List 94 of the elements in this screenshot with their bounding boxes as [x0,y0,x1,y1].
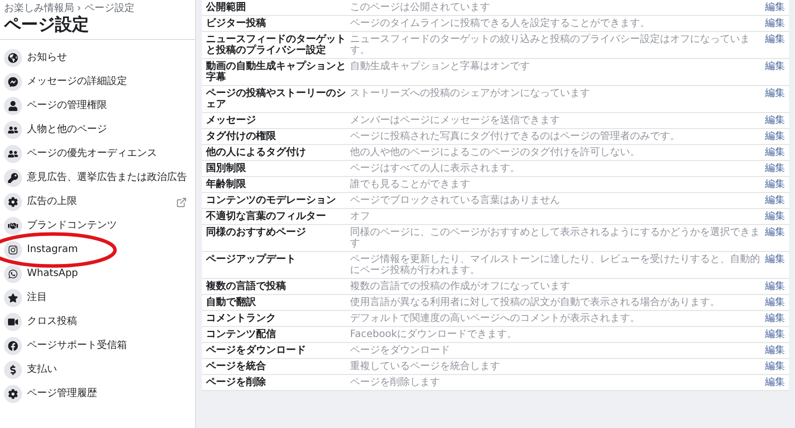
people-icon [4,145,22,163]
edit-link[interactable]: 編集 [765,313,785,324]
setting-value: 使用言語が異なる利用者に対して投稿の訳文が自動で表示される場合があります。 [350,297,721,308]
person-icon [4,97,22,115]
setting-value: ページに投稿された写真にタグ付けできるのはページの管理者のみです。 [350,131,681,142]
setting-value: 同様のページに、このページがおすすめとして表示されるようにするかどうかを選択できます [350,227,761,249]
setting-name: 自動で翻訳 [206,297,257,308]
page-title: ページ設定 [4,15,90,35]
edit-link[interactable]: 編集 [765,211,785,222]
sidebar-item[interactable]: Instagram [27,244,78,256]
sidebar-item[interactable]: クロス投稿 [27,316,77,328]
setting-name: コンテンツ配信 [206,329,277,340]
sidebar-item[interactable]: WhatsApp [27,268,78,280]
setting-value: ページはすべての人に表示されます。 [350,163,521,174]
breadcrumb: お楽しみ情報局 › ページ設定 [4,3,136,15]
setting-name: コメントランク [206,313,277,324]
setting-value: 自動生成キャプションと字幕はオンです [350,61,531,72]
setting-name: コンテンツのモデレーション [206,195,337,206]
setting-name: タグ付けの権限 [206,131,277,142]
key-icon [4,169,22,187]
edit-link[interactable]: 編集 [765,18,785,29]
setting-value: ストーリーズへの投稿のシェアがオンになっています [350,88,591,99]
setting-name: 他の人によるタグ付け [206,147,307,158]
setting-name: ページを統合 [206,361,267,372]
edit-link[interactable]: 編集 [765,361,785,372]
sidebar-item[interactable]: 注目 [27,292,47,304]
setting-value: ページをダウンロード [350,345,451,356]
setting-value: 複数の言語での投稿の作成がオフになっています [350,281,571,292]
sidebar-item[interactable]: ページサポート受信箱 [27,340,127,352]
dollar-icon [4,361,22,379]
messenger-icon [4,73,22,91]
edit-link[interactable]: 編集 [765,88,785,99]
sidebar-item[interactable]: 人物と他のページ [27,124,107,136]
setting-name: ページの投稿やストーリーのシェア [206,88,346,110]
setting-value: Facebookにダウンロードできます。 [350,329,518,340]
edit-link[interactable]: 編集 [765,2,785,13]
edit-link[interactable]: 編集 [765,61,785,72]
setting-value: ページのタイムラインに投稿できる人を設定することができます。 [350,18,651,29]
setting-name: ビジター投稿 [206,18,267,29]
edit-link[interactable]: 編集 [765,281,785,292]
sidebar-item[interactable]: ページの管理権限 [27,100,107,112]
setting-name: 公開範囲 [206,2,247,13]
people-icon [4,121,22,139]
sidebar-item[interactable]: ページの優先オーディエンス [27,148,157,160]
gear-icon [4,193,22,211]
edit-link[interactable]: 編集 [765,345,785,356]
setting-value: 他の人や他のページによるこのページのタグ付けを許可しない。 [350,147,641,158]
setting-name: 年齢制限 [206,179,247,190]
setting-value: 重複しているページを統合します [350,361,501,372]
setting-value: ページ情報を更新したり、マイルストーンに達したり、レビューを受けたりすると、自動的にページ投稿が行われます。 [350,254,761,276]
setting-name: ページをダウンロード [206,345,307,356]
setting-name: 同様のおすすめページ [206,227,307,238]
video-camera-icon [4,313,22,331]
edit-link[interactable]: 編集 [765,147,785,158]
sidebar-item[interactable]: 支払い [27,364,57,376]
edit-link[interactable]: 編集 [765,179,785,190]
phone-icon [4,265,22,283]
setting-value: デフォルトで関連度の高いページへのコメントが表示されます。 [350,313,641,324]
sidebar-item[interactable]: 広告の上限 [27,196,77,208]
handshake-icon [4,217,22,235]
sidebar-item[interactable]: メッセージの詳細設定 [27,76,127,88]
setting-value: ページを削除します [350,377,441,388]
setting-name: ニュースフィードのターゲットと投稿のプライバシー設定 [206,34,346,56]
setting-value: ニュースフィードのターゲットの絞り込みと投稿のプライバシー設定はオフになっています。 [350,34,751,56]
edit-link[interactable]: 編集 [765,329,785,340]
camera-icon [4,241,22,259]
edit-link[interactable]: 編集 [765,131,785,142]
edit-link[interactable]: 編集 [765,297,785,308]
gear-icon [4,385,22,403]
edit-link[interactable]: 編集 [765,254,785,265]
setting-name: 不適切な言葉のフィルター [206,211,327,222]
edit-link[interactable]: 編集 [765,227,785,238]
edit-link[interactable]: 編集 [765,195,785,206]
edit-link[interactable]: 編集 [765,163,785,174]
edit-link[interactable]: 編集 [765,377,785,388]
sidebar-item[interactable]: 意見広告、選挙広告または政治広告 [27,172,187,184]
setting-name: ページアップデート [206,254,297,265]
sidebar-item[interactable]: お知らせ [27,52,67,64]
setting-value: オフ [350,211,371,222]
setting-value: このページは公開されています [350,2,491,13]
edit-link[interactable]: 編集 [765,115,785,126]
setting-name: 国別制限 [206,163,247,174]
setting-name: メッセージ [206,115,257,126]
setting-name: ページを削除 [206,377,267,388]
setting-value: ページでブロックされている言葉はありません [350,195,561,206]
setting-name: 複数の言語で投稿 [206,281,287,292]
setting-value: メンバーはページにメッセージを送信できます [350,115,561,126]
sidebar-item[interactable]: ブランドコンテンツ [27,220,117,232]
edit-link[interactable]: 編集 [765,34,785,45]
sidebar-item[interactable]: ページ管理履歴 [27,388,97,400]
facebook-icon [4,337,22,355]
setting-value: 誰でも見ることができます [350,179,471,190]
setting-name: 動画の自動生成キャプションと字幕 [206,61,346,83]
globe-icon [4,49,22,67]
